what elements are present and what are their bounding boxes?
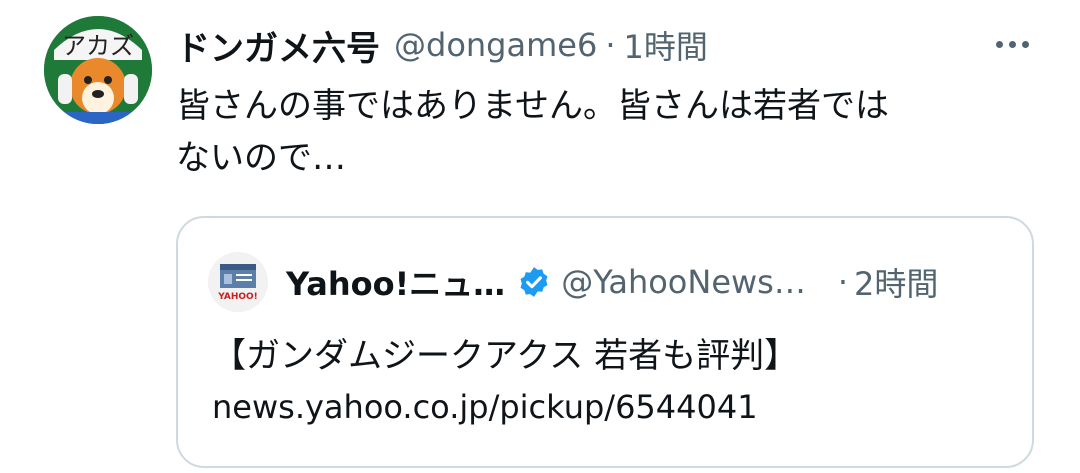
quote-timestamp[interactable]: 2時間 xyxy=(854,259,938,305)
tweet-timestamp[interactable]: 1時間 xyxy=(623,22,707,68)
more-dots-icon[interactable] xyxy=(990,26,1034,62)
quote-header: Yahoo!ニュ… @YahooNews… · 2時間 xyxy=(286,258,1002,306)
user-handle[interactable]: @dongame6 xyxy=(394,26,597,64)
tweet-text-line: 皆さんの事ではありません。皆さんは若者では xyxy=(176,86,889,126)
quote-title: 【ガンダムジークアクス 若者も評判】 xyxy=(212,336,799,376)
dot xyxy=(1021,40,1029,48)
tweet-header: ドンガメ六号 @dongame6 · 1時間 xyxy=(176,18,1040,72)
quote-separator-dot: · xyxy=(837,263,849,301)
quote-avatar[interactable]: YAHOO! xyxy=(208,252,268,312)
dot xyxy=(995,40,1003,48)
dot xyxy=(1008,40,1016,48)
user-avatar[interactable]: アカズ xyxy=(44,16,152,124)
quote-link[interactable]: news.yahoo.co.jp/pickup/6544041 xyxy=(212,388,758,426)
display-name[interactable]: ドンガメ六号 xyxy=(176,21,380,70)
verified-badge-icon xyxy=(520,267,548,297)
tweet-text: 皆さんの事ではありません。皆さんは若者では ないので… xyxy=(176,80,1026,184)
avatar-text: アカズ xyxy=(62,32,134,60)
quote-avatar-text: YAHOO! xyxy=(217,292,258,302)
quote-handle[interactable]: @YahooNews… xyxy=(561,263,806,301)
tweet-text-line: ないので… xyxy=(176,138,346,178)
separator-dot: · xyxy=(605,26,616,64)
quote-display-name[interactable]: Yahoo!ニュ… xyxy=(286,259,505,305)
quoted-tweet-card[interactable]: YAHOO! Yahoo!ニュ… @YahooNews… · 2時間 【ガンダム… xyxy=(176,216,1034,468)
